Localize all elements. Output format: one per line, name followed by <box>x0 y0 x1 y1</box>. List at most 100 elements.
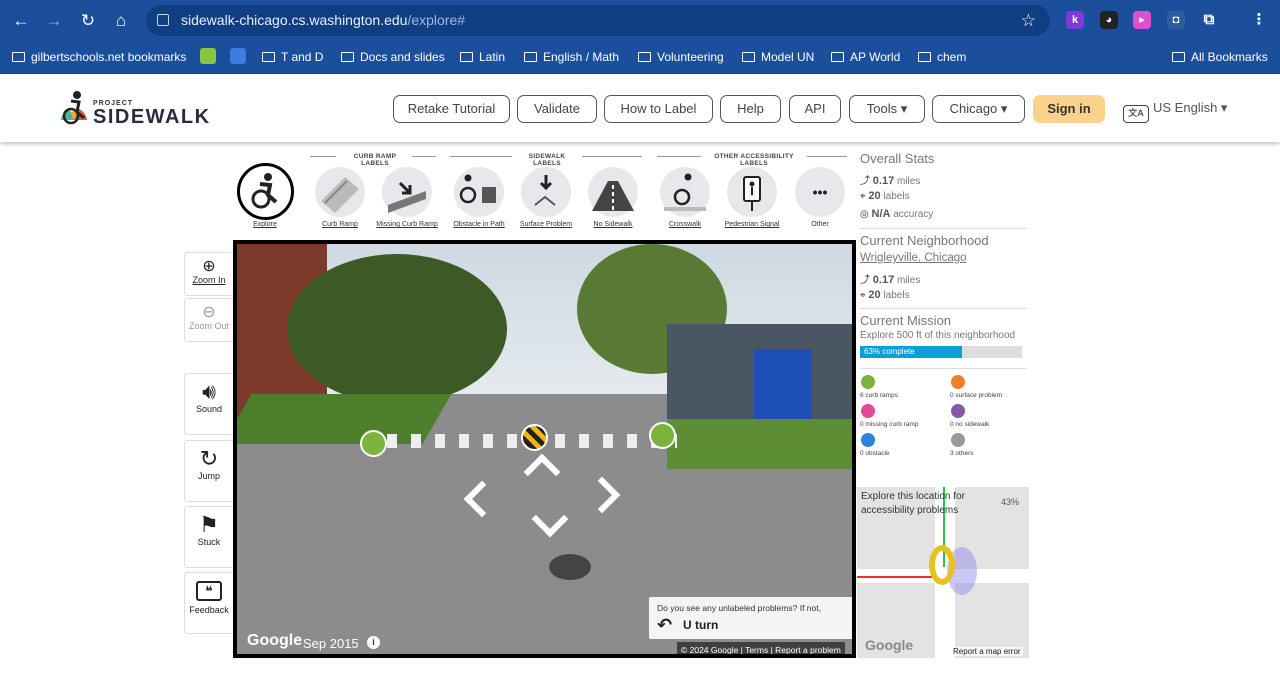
divider <box>807 156 847 157</box>
bookmark-folder-model-un[interactable]: Model UN <box>742 49 814 65</box>
bookmark-folder-chem[interactable]: chem <box>918 49 966 65</box>
zoom-in-icon: ⊕ <box>202 258 216 275</box>
pedestrian-signal-icon <box>743 176 761 211</box>
legend-obstacle: 0 obstacle <box>860 450 890 457</box>
minimap-percent: 43% <box>1001 497 1020 507</box>
speaker-icon: 🔊︎ <box>202 379 216 404</box>
pedestrian-signal-tool-button[interactable] <box>727 167 777 217</box>
neighborhood-name[interactable]: Wrigleyville, Chicago <box>860 252 967 264</box>
extension-k-icon[interactable]: k <box>1066 11 1084 29</box>
mission-description: Explore 500 ft of this neighborhood <box>860 330 1016 341</box>
zoom-in-button[interactable]: ⊕ Zoom In <box>184 252 234 296</box>
obstacle-icon <box>459 174 496 204</box>
obstacle-tool-button[interactable] <box>454 167 504 217</box>
u-turn-question: Do you see any unlabeled problems? If no… <box>657 603 821 613</box>
validate-button[interactable]: Validate <box>517 95 597 123</box>
surface-problem-tool-button[interactable] <box>521 167 571 217</box>
curb-ramp-labels-heading: CURB RAMP LABELS <box>353 153 397 167</box>
obstacle-tool-label: Obstacle in Path <box>453 221 505 228</box>
extension-spy-icon[interactable]: ◕ <box>1100 11 1118 29</box>
divider <box>860 308 1027 309</box>
report-map-error-link[interactable]: Report a map error <box>951 647 1023 656</box>
missing-curb-ramp-legend-icon <box>861 404 875 418</box>
curb-ramp-tool-button[interactable] <box>315 167 365 217</box>
feedback-button[interactable]: ❝ Feedback <box>184 572 234 634</box>
url-host: sidewalk-chicago.cs.washington.edu <box>181 12 408 28</box>
legend-others: 3 others <box>950 450 974 457</box>
sign-in-button[interactable]: Sign in <box>1033 95 1105 123</box>
back-arrow-icon[interactable]: ← <box>8 8 34 34</box>
obstacle-legend-icon <box>861 433 875 447</box>
divider <box>310 156 336 157</box>
u-turn-icon: ↶ <box>657 615 673 635</box>
language-dropdown[interactable]: 文A US English ▾ <box>1123 98 1227 123</box>
api-button[interactable]: API <box>789 95 841 123</box>
browser-toolbar: ← → ↻ ⌂ sidewalk-chicago.cs.washington.e… <box>0 0 1280 41</box>
pedestrian-signal-tool-label: Pedestrian Signal <box>724 221 780 228</box>
help-button[interactable]: Help <box>720 95 781 123</box>
more-dots-icon: ••• <box>812 184 828 200</box>
bookmark-gilbertschools[interactable]: gilbertschools.net bookmarks <box>12 49 186 65</box>
labels-map-icon: ⌖ <box>860 290 866 301</box>
bookmark-folder-english-math[interactable]: English / Math <box>524 49 619 65</box>
project-sidewalk-logo[interactable]: PROJECT SIDEWALK <box>57 90 209 130</box>
site-header: PROJECT SIDEWALK Retake Tutorial Validat… <box>0 74 1280 142</box>
info-icon[interactable]: i <box>367 636 380 649</box>
crosswalk-icon <box>664 173 706 211</box>
browser-menu-icon[interactable]: ⋮ <box>1250 11 1268 29</box>
bookmark-star-icon[interactable]: ☆ <box>1021 5 1036 36</box>
u-turn-button[interactable]: U turn <box>683 618 718 632</box>
retake-tutorial-button[interactable]: Retake Tutorial <box>393 95 510 123</box>
jump-button[interactable]: ↻ Jump <box>184 440 234 502</box>
missing-curb-ramp-tool-button[interactable] <box>382 167 432 217</box>
bookmark-folder-ap-world[interactable]: AP World <box>831 49 900 65</box>
no-sidewalk-tool-button[interactable] <box>588 167 638 217</box>
bookmark-c-icon[interactable] <box>200 48 216 64</box>
curb-ramp-icon <box>321 177 359 213</box>
minimap-view-line <box>857 576 937 578</box>
explore-tool-button[interactable] <box>237 163 294 220</box>
reload-icon[interactable]: ↻ <box>75 8 101 34</box>
address-bar[interactable]: sidewalk-chicago.cs.washington.edu/explo… <box>146 5 1050 36</box>
extensions-puzzle-icon[interactable]: ⧉ <box>1200 11 1218 29</box>
u-turn-panel: Do you see any unlabeled problems? If no… <box>649 597 852 639</box>
curb-ramp-label-marker[interactable] <box>649 422 676 449</box>
translate-icon: 文A <box>1123 105 1149 123</box>
pano-capture-date: Sep 2015 <box>303 636 359 651</box>
extension-pink-icon[interactable]: ▸ <box>1133 11 1151 29</box>
how-to-label-button[interactable]: How to Label <box>604 95 713 123</box>
sound-button[interactable]: 🔊︎ Sound <box>184 373 234 435</box>
overall-miles: ⤴ 0.17 miles <box>860 175 921 187</box>
bookmark-folder-latin[interactable]: Latin <box>460 49 505 65</box>
bookmark-pattern-icon[interactable] <box>230 48 246 64</box>
street-view-panorama[interactable]: Google Sep 2015 i Do you see any unlabel… <box>233 240 856 658</box>
forward-arrow-icon[interactable]: → <box>41 8 67 34</box>
signpost-icon: ⚑ <box>199 512 219 537</box>
no-sidewalk-legend-icon <box>951 404 965 418</box>
bookmark-folder-t-and-d[interactable]: T and D <box>262 49 323 65</box>
minimap[interactable]: Explore this location for accessibility … <box>857 487 1029 658</box>
legend-curb-ramps: 6 curb ramps <box>860 392 898 399</box>
site-info-icon[interactable] <box>157 14 169 26</box>
pano-credits[interactable]: © 2024 Google | Terms | Report a problem <box>677 642 845 654</box>
bookmark-folder-docs[interactable]: Docs and slides <box>341 49 445 65</box>
tools-dropdown[interactable]: Tools ▾ <box>849 95 925 123</box>
folder-icon <box>918 52 931 62</box>
surface-problem-icon <box>534 175 556 206</box>
extension-blue-icon[interactable]: ◘ <box>1167 11 1185 29</box>
city-dropdown[interactable]: Chicago ▾ <box>932 95 1025 123</box>
obstacle-label-marker[interactable] <box>521 424 548 451</box>
all-bookmarks[interactable]: All Bookmarks <box>1172 49 1268 65</box>
curb-ramp-label-marker[interactable] <box>360 430 387 457</box>
folder-icon <box>262 52 275 62</box>
zoom-out-button[interactable]: ⊖ Zoom Out <box>184 298 234 342</box>
other-tool-button[interactable]: ••• <box>795 167 845 217</box>
crosswalk-tool-button[interactable] <box>660 167 710 217</box>
divider <box>657 156 701 157</box>
stuck-button[interactable]: ⚑ Stuck <box>184 506 234 568</box>
legend-surface-problem: 0 surface problem <box>950 392 1003 399</box>
bookmark-folder-volunteering[interactable]: Volunteering <box>638 49 724 65</box>
home-icon[interactable]: ⌂ <box>108 8 134 34</box>
surface-problem-tool-label: Surface Problem <box>519 221 573 228</box>
curb-ramp-legend-icon <box>861 375 875 389</box>
